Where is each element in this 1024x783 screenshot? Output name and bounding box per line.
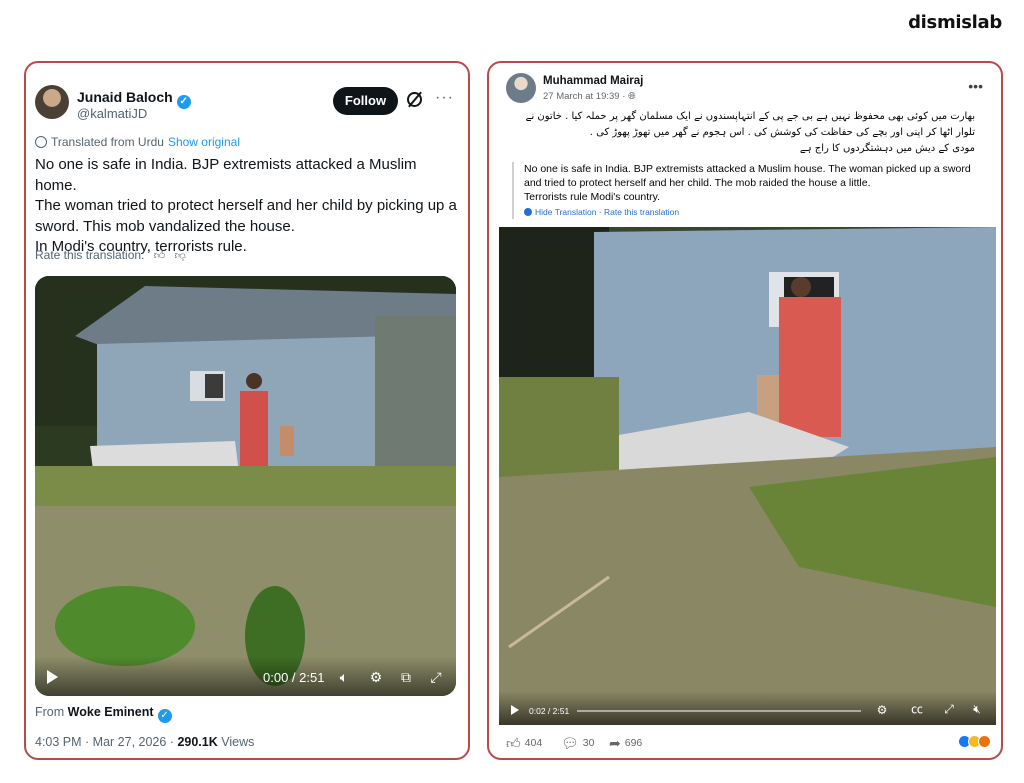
fb-post-card: Muhammad Mairaj 27 March at 19:39 · 🌐︎ •… — [487, 61, 1003, 760]
post-timestamp: 27 March at 19:39 · 🌐︎ — [543, 91, 636, 102]
translation-line: No one is safe in India. BJP extremists … — [524, 163, 971, 175]
settings-icon[interactable]: ⚙ — [367, 669, 385, 686]
angry-reaction-icon — [978, 735, 991, 748]
volume-icon[interactable]: 🔇︎ — [969, 702, 985, 717]
comments-count: 30 — [582, 737, 595, 749]
translation-line: and tried to protect herself and her chi… — [524, 177, 871, 189]
translation-block: No one is safe in India. BJP extremists … — [512, 162, 988, 219]
more-icon[interactable]: ··· — [435, 89, 454, 107]
avatar[interactable] — [506, 73, 536, 103]
like-icon: 👍︎ — [506, 735, 521, 751]
from-prefix: From — [35, 705, 65, 719]
video-progress-bar[interactable] — [577, 710, 861, 712]
volume-icon[interactable]: 🔈︎ — [335, 669, 353, 686]
play-icon[interactable] — [511, 705, 519, 715]
engagement-bar: 👍︎ 404 💬︎ 30 ➦ 696 — [506, 733, 991, 753]
shares-count: 696 — [624, 737, 643, 749]
x-post-header: Junaid Baloch ✓ @kalmatiJD Follow ··· — [35, 85, 456, 125]
comment-action[interactable]: 💬︎ 30 — [561, 735, 594, 752]
author-name[interactable]: Muhammad Mairaj — [543, 75, 643, 87]
translate-icon — [524, 208, 532, 216]
post-timestamp-text[interactable]: 27 March at 19:39 · — [543, 91, 625, 102]
post-meta: 4:03 PM · Mar 27, 2026 · 290.1K Views — [35, 735, 254, 749]
rate-translation-label: Rate this translation: — [35, 248, 145, 262]
translated-notice: Translated from Urdu Show original — [35, 135, 240, 149]
author-name-text[interactable]: Junaid Baloch — [77, 89, 173, 105]
video-controls: 0:00 / 2:51 🔈︎ ⚙ ⧉ ⤢ — [35, 656, 456, 696]
grok-icon[interactable] — [407, 92, 422, 107]
thumbs-up-icon[interactable]: 👍︎ — [154, 249, 166, 262]
captions-icon[interactable]: ㏄ — [909, 700, 925, 717]
rate-translation-link[interactable]: Rate this translation — [604, 207, 679, 217]
urdu-line: مودی کے دیش میں دہشتگردوں کا راج ہے — [799, 143, 975, 154]
follow-button[interactable]: Follow — [333, 87, 398, 115]
avatar[interactable] — [35, 85, 69, 119]
from-account-link[interactable]: Woke Eminent — [68, 705, 154, 719]
fullscreen-icon[interactable]: ⤢ — [427, 669, 445, 686]
globe-icon — [35, 136, 47, 148]
show-original-link[interactable]: Show original — [168, 135, 240, 149]
x-post-card: Junaid Baloch ✓ @kalmatiJD Follow ··· Tra… — [24, 61, 470, 760]
video-player[interactable]: 0:00 / 2:51 🔈︎ ⚙ ⧉ ⤢ — [35, 276, 456, 696]
video-frame — [35, 276, 456, 696]
more-icon[interactable]: ••• — [968, 78, 983, 94]
rate-translation: Rate this translation: 👍︎ 👎︎ — [35, 248, 186, 262]
likes-count: 404 — [524, 737, 543, 749]
translation-links: Hide Translation · Rate this translation — [524, 205, 988, 219]
post-text-urdu: بھارت میں کوئی بھی محفوظ نہیں ہے بی جے پ… — [515, 109, 975, 157]
fullscreen-icon[interactable]: ⤢ — [941, 702, 957, 717]
urdu-line: بھارت میں کوئی بھی محفوظ نہیں ہے بی جے پ… — [525, 111, 975, 122]
share-icon: ➦ — [609, 735, 621, 751]
post-text-line: The woman tried to protect herself and h… — [35, 197, 457, 214]
hide-translation-link[interactable]: Hide Translation — [535, 207, 596, 217]
settings-icon[interactable]: ⚙ — [874, 703, 890, 717]
video-controls: 0:02 / 2:51 ⚙ ㏄ ⤢ 🔇︎ — [499, 691, 996, 725]
video-frame — [499, 227, 996, 725]
video-source: From Woke Eminent ✓ — [35, 705, 172, 723]
play-icon[interactable] — [47, 670, 58, 684]
views-count: 290.1K — [177, 735, 218, 749]
like-action[interactable]: 👍︎ 404 — [506, 735, 542, 752]
brand-logo: dismislab — [908, 12, 1002, 33]
author-handle[interactable]: @kalmatiJD — [77, 106, 147, 121]
urdu-line: تلوار اٹھا کر اپنی اور بچے کی حفاظت کی ک… — [589, 127, 975, 138]
video-time: 0:02 / 2:51 — [529, 706, 570, 716]
post-text: No one is safe in India. BJP extremists … — [35, 155, 460, 258]
verified-badge-icon: ✓ — [157, 709, 172, 723]
pip-icon[interactable]: ⧉ — [397, 669, 415, 686]
video-time: 0:00 / 2:51 — [263, 670, 325, 685]
comment-icon: 💬︎ — [561, 735, 579, 751]
translated-label: Translated from Urdu — [51, 135, 164, 149]
verified-badge-icon: ✓ — [176, 95, 191, 109]
globe-icon: 🌐︎ — [628, 91, 636, 102]
post-timestamp[interactable]: 4:03 PM · Mar 27, 2026 · — [35, 735, 174, 749]
reactions-summary[interactable] — [958, 735, 991, 751]
thumbs-down-icon[interactable]: 👎︎ — [175, 249, 186, 262]
post-text-line: sword. This mob vandalized the house. — [35, 217, 295, 235]
views-label: Views — [221, 735, 255, 749]
post-text-line: No one is safe in India. BJP extremists … — [35, 156, 417, 194]
video-player[interactable]: 0:02 / 2:51 ⚙ ㏄ ⤢ 🔇︎ — [499, 227, 996, 725]
share-action[interactable]: ➦ 696 — [609, 735, 642, 752]
translation-line: Terrorists rule Modi's country. — [524, 191, 661, 203]
